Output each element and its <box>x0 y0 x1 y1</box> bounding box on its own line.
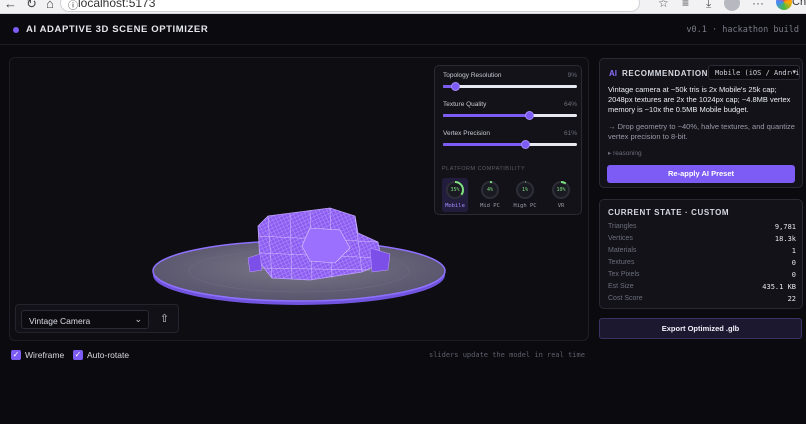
stat-row: Triangles 9,781 <box>608 223 796 235</box>
stat-value: 0 <box>791 271 796 279</box>
checkbox-checked-icon[interactable]: ✓ <box>11 350 21 360</box>
stat-row: Materials 1 <box>608 247 796 259</box>
vr-label: VR <box>557 203 565 209</box>
export-glb-button[interactable]: Export Optimized .glb <box>599 318 802 339</box>
platform-mid-pc[interactable]: 4% Mid PC <box>477 178 503 212</box>
model-select-value: Vintage Camera <box>29 316 91 326</box>
stat-label: Est Size <box>608 283 634 290</box>
platform-mobile[interactable]: 35% Mobile <box>442 178 468 212</box>
stat-row: Tex Pixels 0 <box>608 271 796 283</box>
browser-toolbar: ← ↻ ⌂ ⓘ localhost:5173 ☆ ≡ ⤓ ··· Chr <box>0 0 806 14</box>
mid-pc-label: Mid PC <box>480 203 500 209</box>
stat-label: Triangles <box>608 223 637 230</box>
texture-slider-fill <box>443 114 529 117</box>
model-selector-panel: Vintage Camera ⌄ ⇧ <box>15 304 179 333</box>
stat-row: Vertices 18.3k <box>608 235 796 247</box>
mobile-label: Mobile <box>445 203 465 209</box>
stat-label: Vertices <box>608 235 633 242</box>
current-state-card: CURRENT STATE · CUSTOM Triangles 9,781 Ve… <box>599 199 803 309</box>
autorotate-label: Auto-rotate <box>87 350 130 360</box>
stat-label: Cost Score <box>608 295 643 302</box>
stat-label: Materials <box>608 247 637 254</box>
app-header: AI ADAPTIVE 3D SCENE OPTIMIZER v0.1 · ha… <box>0 15 806 45</box>
model-select[interactable]: Vintage Camera ⌄ <box>21 310 149 329</box>
platform-high-pc[interactable]: 1% High PC <box>512 178 538 212</box>
stat-row: Est Size 435.1 KB <box>608 283 796 295</box>
checkbox-checked-icon[interactable]: ✓ <box>73 350 83 360</box>
vertex-value: 61% <box>563 130 577 137</box>
high-pc-pct: 1% <box>521 187 529 193</box>
platform-select[interactable]: Mobile (iOS / Android) ▾ <box>708 65 800 80</box>
wireframe-label: Wireframe <box>25 350 65 360</box>
vertex-slider[interactable] <box>443 140 577 149</box>
stat-value: 0 <box>791 259 796 267</box>
slider-hint: sliders update the model in real time <box>429 351 585 359</box>
reading-list-icon[interactable]: ≡ <box>682 0 689 10</box>
vertex-slider-fill <box>443 143 525 146</box>
scene-viewport[interactable]: Topology Resolution 9% Texture Quality 6… <box>9 57 589 341</box>
profile-icon[interactable] <box>776 0 792 10</box>
topology-slider-thumb[interactable] <box>451 82 461 91</box>
profile-label: Chr <box>792 0 806 8</box>
back-icon[interactable]: ← <box>4 0 17 11</box>
optimization-sliders-panel: Topology Resolution 9% Texture Quality 6… <box>434 65 582 215</box>
current-state-title: CURRENT STATE · CUSTOM <box>608 208 730 217</box>
vr-pct: 10% <box>556 187 566 193</box>
mid-pc-pct: 4% <box>486 187 494 193</box>
recommendation-action: → Drop geometry to ~40%, halve textures,… <box>608 122 795 141</box>
high-pc-label: High PC <box>513 203 537 209</box>
ai-badge: AI <box>609 69 617 78</box>
stat-label: Tex Pixels <box>608 271 640 278</box>
vertex-label: Vertex Precision <box>443 130 490 137</box>
recommendation-text: Vintage camera at ~50k tris is 2x Mobile… <box>608 85 791 114</box>
stat-value: 1 <box>791 247 796 255</box>
vertex-slider-thumb[interactable] <box>520 140 530 149</box>
mobile-pct: 35% <box>450 187 460 193</box>
recommendation-title: RECOMMENDATION <box>622 69 709 78</box>
page-title: AI ADAPTIVE 3D SCENE OPTIMIZER <box>26 24 209 35</box>
topology-slider[interactable] <box>443 82 577 91</box>
info-icon[interactable]: ⓘ <box>68 0 78 12</box>
home-icon[interactable]: ⌂ <box>46 0 54 11</box>
reload-icon[interactable]: ↻ <box>26 0 37 12</box>
texture-slider[interactable] <box>443 111 577 120</box>
topology-value: 9% <box>567 72 577 79</box>
recommendation-card: AI RECOMMENDATION Mobile (iOS / Android)… <box>599 58 803 188</box>
stat-label: Textures <box>608 259 635 266</box>
upload-icon[interactable]: ⇧ <box>156 311 173 328</box>
version-label: v0.1 · hackathon build <box>686 25 799 35</box>
texture-value: 64% <box>563 101 577 108</box>
reapply-preset-button[interactable]: Re-apply AI Preset <box>607 165 795 183</box>
stat-value: 9,781 <box>774 223 796 231</box>
texture-slider-thumb[interactable] <box>524 111 534 120</box>
stat-value: 18.3k <box>774 235 796 243</box>
chevron-down-icon: ▾ <box>792 68 796 76</box>
camera-model-wireframe <box>247 207 391 281</box>
avatar[interactable] <box>724 0 740 11</box>
url-text: localhost:5173 <box>78 0 156 10</box>
stat-value: 22 <box>787 295 796 303</box>
topology-label: Topology Resolution <box>443 72 502 79</box>
texture-label: Texture Quality <box>443 101 487 108</box>
stat-value: 435.1 KB <box>762 283 796 291</box>
platform-compatibility-title: PLATFORM COMPATIBILITY <box>442 166 526 172</box>
status-dot-icon <box>13 27 19 33</box>
platform-vr[interactable]: 10% VR <box>548 178 574 212</box>
chevron-down-icon: ⌄ <box>134 314 142 324</box>
star-icon[interactable]: ☆ <box>658 0 669 10</box>
downloads-icon[interactable]: ⤓ <box>706 0 711 11</box>
platform-select-value: Mobile (iOS / Android) <box>715 69 800 77</box>
reasoning-toggle[interactable]: ▸ reasoning <box>608 149 642 157</box>
stat-row: Cost Score 22 <box>608 295 796 307</box>
more-icon[interactable]: ··· <box>752 0 764 10</box>
stat-row: Textures 0 <box>608 259 796 271</box>
